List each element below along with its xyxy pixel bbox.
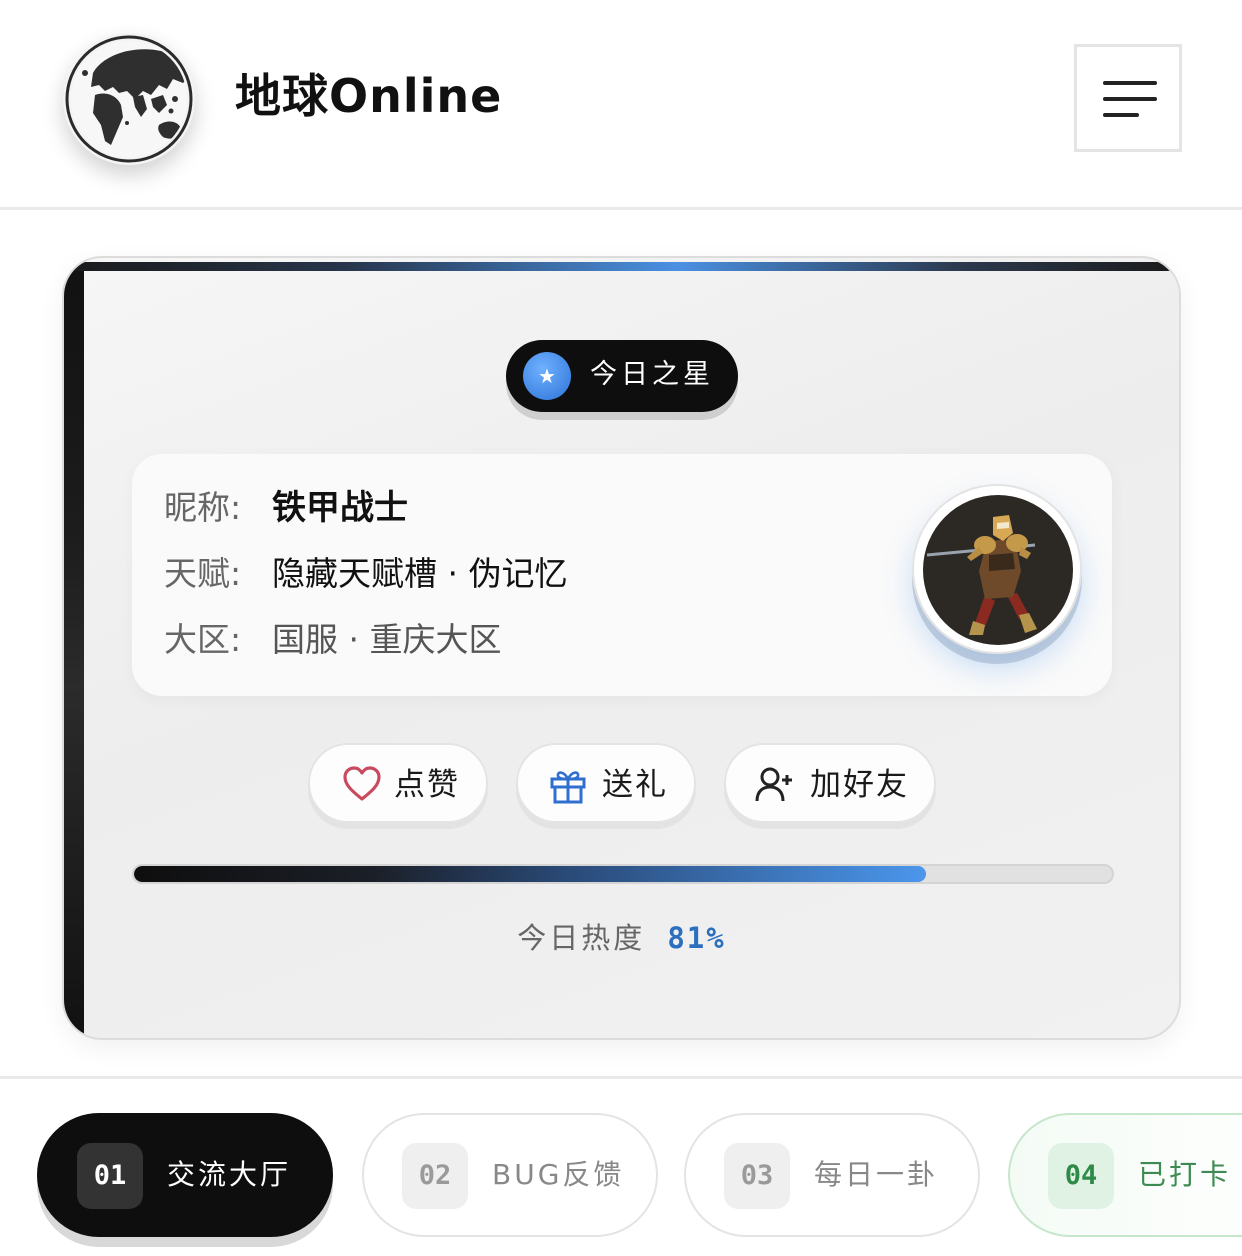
gift-icon bbox=[548, 765, 588, 809]
bottom-tab-bar: 01 交流大厅 02 BUG反馈 03 每日一卦 04 已打卡 bbox=[0, 1076, 1242, 1256]
tab-checked-in[interactable]: 04 已打卡 bbox=[1008, 1113, 1242, 1237]
app-title: 地球Online bbox=[235, 69, 503, 123]
app-header: 地球Online bbox=[0, 0, 1242, 210]
tab-number: 03 bbox=[724, 1143, 790, 1209]
tab-bug-feedback[interactable]: 02 BUG反馈 bbox=[362, 1113, 658, 1237]
tab-label: 交流大厅 bbox=[167, 1158, 292, 1191]
talent-label: 天赋: bbox=[164, 554, 242, 593]
menu-button[interactable] bbox=[1074, 44, 1182, 152]
tab-daily-fortune[interactable]: 03 每日一卦 bbox=[684, 1113, 980, 1237]
star-icon: ★ bbox=[523, 352, 571, 400]
badge-label: 今日之星 bbox=[590, 359, 714, 390]
add-friend-button[interactable]: 加好友 bbox=[724, 743, 936, 823]
tab-number: 02 bbox=[402, 1143, 468, 1209]
region-label: 大区: bbox=[164, 620, 242, 659]
profile-panel: 昵称: 铁甲战士 天赋: 隐藏天赋槽 · 伪记忆 大区: 国服 · 重庆大区 bbox=[132, 454, 1112, 696]
star-of-day-card: ★ 今日之星 昵称: 铁甲战士 天赋: 隐藏天赋槽 · 伪记忆 大区: 国服 · 重庆… bbox=[62, 256, 1181, 1040]
gift-label: 送礼 bbox=[602, 767, 668, 803]
region-row: 大区: 国服 · 重庆大区 bbox=[164, 618, 501, 662]
heat-readout: 今日热度 81% bbox=[64, 918, 1179, 958]
nickname-row: 昵称: 铁甲战士 bbox=[164, 486, 408, 530]
gift-button[interactable]: 送礼 bbox=[516, 743, 696, 823]
heat-value: 81% bbox=[667, 921, 726, 955]
card-top-accent bbox=[64, 262, 1179, 271]
add-friend-label: 加好友 bbox=[810, 767, 909, 803]
tab-number: 01 bbox=[77, 1143, 143, 1209]
region-value: 国服 · 重庆大区 bbox=[272, 620, 502, 659]
nickname-value: 铁甲战士 bbox=[272, 488, 408, 528]
tab-label: 已打卡 bbox=[1138, 1158, 1232, 1191]
heat-label: 今日热度 bbox=[517, 921, 646, 955]
heat-progress-bar bbox=[132, 864, 1114, 884]
heat-progress-fill bbox=[134, 866, 927, 882]
avatar-frame bbox=[912, 484, 1082, 654]
talent-value: 隐藏天赋槽 · 伪记忆 bbox=[272, 554, 568, 593]
tab-label: BUG反馈 bbox=[492, 1158, 625, 1191]
nickname-label: 昵称: bbox=[164, 488, 242, 527]
add-friend-icon bbox=[754, 765, 796, 809]
tab-label: 每日一卦 bbox=[814, 1158, 939, 1191]
avatar[interactable] bbox=[912, 484, 1082, 654]
star-of-day-badge: ★ 今日之星 bbox=[506, 340, 738, 412]
globe-icon[interactable] bbox=[63, 33, 195, 165]
like-button[interactable]: 点赞 bbox=[308, 743, 488, 823]
tab-number: 04 bbox=[1048, 1143, 1114, 1209]
tab-exchange-hall[interactable]: 01 交流大厅 bbox=[37, 1113, 333, 1237]
heart-icon bbox=[342, 765, 382, 807]
talent-row: 天赋: 隐藏天赋槽 · 伪记忆 bbox=[164, 552, 567, 596]
like-label: 点赞 bbox=[394, 767, 460, 803]
